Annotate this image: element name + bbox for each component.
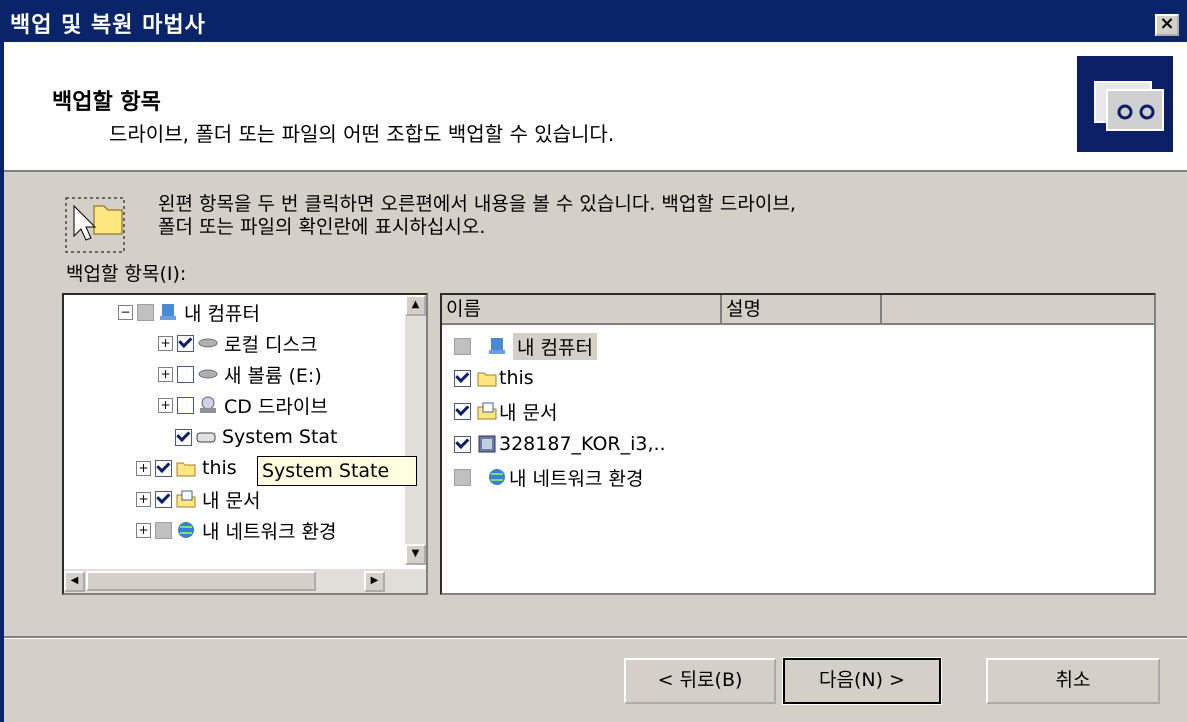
documents-icon: [176, 490, 196, 508]
instruction-line-1: 왼편 항목을 두 번 클릭하면 오른편에서 내용을 볼 수 있습니다. 백업할 …: [158, 193, 796, 215]
tree-item-my-documents[interactable]: + 내 문서: [136, 484, 260, 514]
tree-item-label: System Stat: [222, 426, 338, 448]
tree-item-my-computer[interactable]: − 내 컴퓨터: [118, 297, 260, 327]
tree-item-this[interactable]: + this: [136, 453, 237, 483]
list-checkbox[interactable]: [454, 369, 471, 387]
cancel-button[interactable]: 취소: [986, 658, 1160, 704]
tree-checkbox[interactable]: [155, 459, 172, 477]
list-checkbox[interactable]: [454, 435, 471, 453]
list-item-label: this: [499, 367, 534, 389]
tree-label: 백업할 항목(I):: [66, 263, 187, 285]
tree-vertical-scrollbar[interactable]: ▲ ▼: [405, 295, 426, 565]
list-checkbox[interactable]: [454, 468, 471, 486]
backup-tape-icon: [1077, 56, 1173, 152]
list-item-my-computer[interactable]: 내 컴퓨터: [454, 331, 597, 361]
expand-icon[interactable]: +: [158, 366, 173, 382]
tree-item-label: CD 드라이브: [224, 395, 328, 418]
window-title: 백업 및 복원 마법사: [10, 13, 206, 38]
close-button[interactable]: ×: [1155, 14, 1179, 36]
backup-list-view[interactable]: 이름 설명 내 컴퓨터 this 내 문서 328187_KOR_i3,.. 내…: [440, 293, 1156, 595]
tree-item-new-volume[interactable]: + 새 볼륨 (E:): [158, 359, 322, 389]
page-title: 백업할 항목: [52, 90, 161, 115]
list-item-label: 내 문서: [499, 401, 558, 424]
footer-divider: [4, 636, 1187, 639]
scroll-thumb[interactable]: [86, 571, 316, 591]
expand-icon[interactable]: +: [136, 460, 151, 476]
computer-icon: [158, 303, 178, 321]
tree-item-local-disk[interactable]: + 로컬 디스크: [158, 328, 317, 358]
tree-item-system-state[interactable]: System Stat: [175, 422, 338, 452]
expand-icon[interactable]: +: [158, 397, 173, 413]
list-checkbox[interactable]: [454, 337, 471, 355]
list-checkbox[interactable]: [454, 402, 471, 420]
list-item-label: 내 네트워크 환경: [509, 467, 644, 490]
scroll-down-icon[interactable]: ▼: [405, 544, 426, 565]
back-button[interactable]: < 뒤로(B): [624, 658, 776, 704]
scroll-up-icon[interactable]: ▲: [405, 295, 426, 316]
tree-item-cd-drive[interactable]: + CD 드라이브: [158, 390, 328, 420]
documents-icon: [477, 402, 497, 420]
tree-checkbox[interactable]: [177, 365, 194, 383]
folder-select-icon: [64, 196, 126, 254]
tree-item-label: 내 문서: [202, 489, 261, 512]
tree-checkbox[interactable]: [137, 303, 154, 321]
drive-icon: [198, 365, 218, 383]
folder-icon: [176, 459, 196, 477]
column-header-description[interactable]: 설명: [722, 295, 882, 325]
cd-drive-icon: [198, 396, 218, 414]
list-item-label: 328187_KOR_i3,..: [499, 433, 666, 455]
system-state-icon: [196, 428, 216, 446]
list-item-my-documents[interactable]: 내 문서: [454, 396, 557, 426]
expand-icon[interactable]: +: [158, 335, 173, 351]
next-button[interactable]: 다음(N) >: [782, 657, 942, 705]
list-item-file[interactable]: 328187_KOR_i3,..: [454, 429, 666, 459]
column-header-name[interactable]: 이름: [442, 295, 722, 325]
tree-item-network[interactable]: + 내 네트워크 환경: [136, 515, 336, 545]
tree-item-label: 로컬 디스크: [224, 333, 318, 356]
title-bar: 백업 및 복원 마법사 ×: [0, 0, 1187, 42]
scroll-left-icon[interactable]: ◀: [64, 571, 85, 592]
tree-checkbox[interactable]: [155, 490, 172, 508]
list-item-label: 내 컴퓨터: [513, 332, 597, 360]
list-item-network[interactable]: 내 네트워크 환경: [454, 462, 643, 492]
network-icon: [176, 521, 196, 539]
computer-icon: [487, 337, 507, 355]
network-icon: [487, 468, 507, 486]
collapse-icon[interactable]: −: [118, 304, 133, 320]
expand-icon[interactable]: +: [136, 491, 151, 507]
instruction-text: 왼편 항목을 두 번 클릭하면 오른편에서 내용을 볼 수 있습니다. 백업할 …: [158, 193, 1058, 239]
tree-checkbox[interactable]: [155, 521, 172, 539]
drive-icon: [198, 334, 218, 352]
tree-item-label: 내 네트워크 환경: [202, 520, 337, 543]
tree-item-label: this: [202, 457, 237, 479]
file-icon: [477, 435, 497, 453]
tooltip: System State: [257, 456, 417, 486]
tree-horizontal-scrollbar[interactable]: ◀ ▶: [64, 569, 426, 593]
tree-checkbox[interactable]: [177, 396, 194, 414]
tree-item-label: 내 컴퓨터: [184, 302, 260, 325]
column-header-empty: [882, 295, 1154, 325]
tree-item-label: 새 볼륨 (E:): [224, 364, 322, 387]
scroll-right-icon[interactable]: ▶: [364, 571, 385, 592]
instruction-line-2: 폴더 또는 파일의 확인란에 표시하십시오.: [158, 216, 486, 238]
wizard-header: 백업할 항목 드라이브, 폴더 또는 파일의 어떤 조합도 백업할 수 있습니다…: [4, 42, 1187, 172]
list-item-this[interactable]: this: [454, 363, 534, 393]
tree-checkbox[interactable]: [175, 428, 192, 446]
folder-icon: [477, 369, 497, 387]
expand-icon[interactable]: +: [136, 522, 151, 538]
tree-checkbox[interactable]: [177, 334, 194, 352]
page-subtitle: 드라이브, 폴더 또는 파일의 어떤 조합도 백업할 수 있습니다.: [109, 122, 615, 146]
backup-tree-view[interactable]: − 내 컴퓨터 + 로컬 디스크 + 새 볼륨 (E:) + CD 드라이브 S…: [62, 293, 428, 595]
